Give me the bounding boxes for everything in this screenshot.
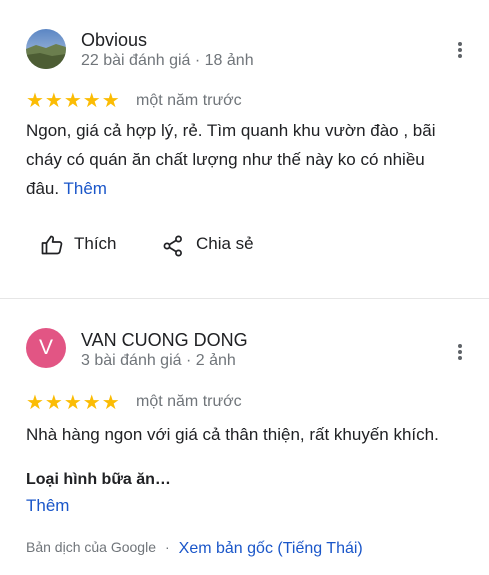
separator: · [164,539,170,555]
share-label: Chia sẻ [196,234,254,253]
star-rating: ★★★★★ [26,392,121,414]
translation-source: Bản dịch của Google [26,539,156,555]
meal-type-heading: Loại hình bữa ăn… [26,471,171,488]
more-link[interactable]: Thêm [64,179,107,198]
review-date: một năm trước [136,92,242,109]
translation-note: Bản dịch của Google · Xem bản gốc (Tiếng T… [26,539,363,557]
view-original-link[interactable]: Xem bản gốc (Tiếng Thái) [179,540,363,557]
more-options-icon[interactable] [457,41,463,59]
reviewer-stats: 3 bài đánh giá · 2 ảnh [81,352,236,369]
thumbs-up-icon [41,235,63,255]
more-link[interactable]: Thêm [26,496,69,516]
star-rating: ★★★★★ [26,90,121,112]
review-text: Nhà hàng ngon với giá cả thân thiện, rất… [26,425,439,444]
review-card: Obvious 22 bài đánh giá · 18 ảnh ★★★★★ m… [0,0,489,298]
share-icon [163,235,182,257]
reviewer-name[interactable]: Obvious [81,30,147,51]
reviewer-name[interactable]: VAN CUONG DONG [81,330,248,351]
review-card: V VAN CUONG DONG 3 bài đánh giá · 2 ảnh … [0,299,489,575]
avatar[interactable]: V [26,328,66,368]
reviewer-stats: 22 bài đánh giá · 18 ảnh [81,52,254,69]
more-options-icon[interactable] [457,343,463,361]
avatar[interactable] [26,29,66,69]
review-date: một năm trước [136,393,242,410]
review-text: Ngon, giá cả hợp lý, rẻ. Tìm quanh khu v… [26,116,456,203]
like-label: Thích [74,234,117,253]
